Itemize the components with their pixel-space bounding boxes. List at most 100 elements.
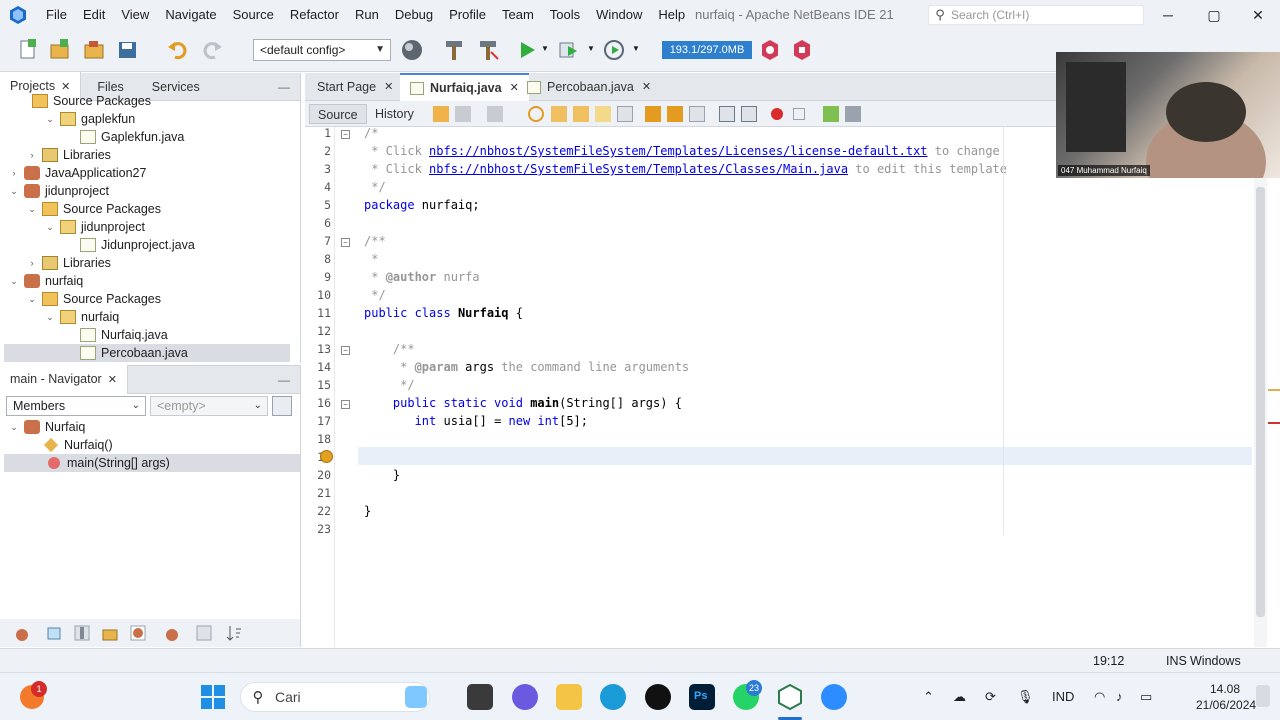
chevron-right-icon[interactable]: › — [26, 254, 38, 272]
shift-right-icon[interactable] — [741, 106, 757, 122]
photoshop-icon[interactable]: Ps — [689, 684, 715, 710]
navigator-item[interactable]: ⌄ Nurfaiq — [8, 418, 85, 436]
find-icon[interactable] — [528, 106, 544, 122]
error-stripe[interactable] — [1268, 127, 1280, 647]
tree-item[interactable]: ⌄ Source Packages — [26, 200, 161, 218]
profiler-snapshot-icon[interactable] — [790, 38, 814, 62]
code-line[interactable]: int usia[] = new int[5]; — [364, 412, 588, 430]
code-line[interactable]: */ — [364, 178, 385, 196]
redo-icon[interactable] — [200, 38, 224, 62]
last-edit-icon[interactable] — [433, 106, 449, 122]
onedrive-cloud-icon[interactable]: ☁ — [953, 673, 966, 720]
menu-window[interactable]: Window — [588, 0, 650, 30]
chevron-down-icon[interactable]: ⌄ — [8, 182, 20, 200]
close-icon[interactable]: ✕ — [642, 73, 651, 101]
menu-run[interactable]: Run — [347, 0, 387, 30]
close-icon[interactable]: ✕ — [108, 374, 117, 386]
filter-fields-icon[interactable] — [12, 623, 32, 643]
code-line[interactable]: * Click nbfs://nbhost/SystemFileSystem/T… — [364, 160, 1007, 178]
code-line[interactable]: /** — [364, 232, 386, 250]
uncomment-icon[interactable] — [845, 106, 861, 122]
filter-static-icon[interactable] — [44, 623, 64, 643]
warning-mark[interactable] — [1268, 389, 1280, 391]
close-window-button[interactable]: ✕ — [1235, 0, 1280, 30]
toggle-highlight-icon[interactable] — [595, 106, 611, 122]
microphone-icon[interactable]: 🎙 — [1017, 673, 1034, 720]
tiktok-icon[interactable] — [645, 684, 671, 710]
tree-item[interactable]: ⌄ nurfaiq — [8, 272, 83, 290]
chevron-down-icon[interactable]: ⌄ — [8, 272, 20, 290]
taskbar-search[interactable]: ⚲ Cari — [240, 682, 430, 712]
configuration-select[interactable]: <default config> ▼ — [253, 39, 391, 61]
error-mark[interactable] — [1268, 422, 1280, 424]
previous-bookmark-icon[interactable] — [645, 106, 661, 122]
new-file-icon[interactable] — [16, 38, 40, 62]
find-next-icon[interactable] — [573, 106, 589, 122]
code-line[interactable]: /* — [364, 127, 378, 142]
sort-icon[interactable] — [224, 623, 244, 643]
tree-item[interactable]: › Libraries — [26, 146, 111, 164]
globe-icon[interactable] — [400, 38, 424, 62]
chevron-down-icon[interactable]: ⌄ — [26, 290, 38, 308]
menu-edit[interactable]: Edit — [75, 0, 113, 30]
chevron-down-icon[interactable]: ⌄ — [26, 200, 38, 218]
run-dropdown-icon[interactable]: ▼ — [541, 44, 549, 53]
tree-item[interactable]: › Libraries — [26, 254, 111, 272]
save-all-icon[interactable] — [116, 38, 140, 62]
menu-view[interactable]: View — [113, 0, 157, 30]
caret-position[interactable]: 19:12 — [1093, 649, 1124, 673]
menu-profile[interactable]: Profile — [441, 0, 494, 30]
navigator-secondary-select[interactable]: <empty> ⌄ — [150, 396, 268, 416]
tree-item[interactable]: ⌄ nurfaiq — [44, 308, 119, 326]
sort-by-name-icon[interactable] — [162, 623, 182, 643]
tree-item[interactable]: ⌄ gaplekfun — [44, 110, 135, 128]
wifi-icon[interactable]: ◠ — [1094, 673, 1105, 720]
code-line[interactable]: } — [364, 466, 400, 484]
filter-class-icon[interactable] — [128, 623, 148, 643]
menu-tools[interactable]: Tools — [542, 0, 588, 30]
run-icon[interactable] — [515, 38, 539, 62]
chevron-right-icon[interactable]: › — [26, 146, 38, 164]
fold-toggle-icon[interactable]: − — [341, 238, 350, 247]
edge-browser-icon[interactable] — [600, 684, 626, 710]
start-macro-recording-icon[interactable] — [771, 108, 783, 120]
minimize-window-button[interactable]: ─ — [1145, 0, 1191, 30]
editor-scrollbar[interactable] — [1254, 127, 1267, 647]
memory-indicator[interactable]: 193.1/297.0MB — [662, 41, 752, 59]
fold-toggle-icon[interactable]: − — [341, 346, 350, 355]
clock[interactable]: 14.08 21/06/2024 — [1196, 681, 1256, 713]
input-language[interactable]: IND — [1052, 673, 1074, 720]
chevron-down-icon[interactable]: ⌄ — [44, 308, 56, 326]
undo-icon[interactable] — [166, 38, 190, 62]
task-view-icon[interactable] — [467, 684, 493, 710]
build-hammer-icon[interactable] — [442, 38, 466, 62]
code-line[interactable]: * @author nurfa — [364, 268, 479, 286]
back-icon[interactable] — [455, 106, 471, 122]
tab-nurfaiq-java[interactable]: Nurfaiq.java ✕ — [400, 73, 529, 101]
members-filter-select[interactable]: Members ⌄ — [6, 396, 146, 416]
windows-start-icon[interactable] — [200, 684, 226, 710]
minimize-panel-button[interactable]: — — [278, 366, 290, 394]
maximize-window-button[interactable]: ▢ — [1191, 0, 1237, 30]
battery-icon[interactable]: ▭ — [1140, 673, 1152, 720]
code-line[interactable]: public class Nurfaiq { — [364, 304, 523, 322]
navigator-options-icon[interactable] — [272, 396, 292, 416]
debug-icon[interactable] — [556, 38, 580, 62]
zoom-icon[interactable] — [821, 684, 847, 710]
menu-team[interactable]: Team — [494, 0, 542, 30]
code-line[interactable]: * @param args the command line arguments — [364, 358, 689, 376]
code-line[interactable]: } — [364, 502, 371, 520]
chevron-right-icon[interactable]: › — [8, 164, 20, 182]
stop-macro-recording-icon[interactable] — [793, 108, 805, 120]
tree-item-selected[interactable]: Percobaan.java — [4, 344, 290, 362]
profile-icon[interactable] — [602, 38, 626, 62]
profile-dropdown-icon[interactable]: ▼ — [632, 44, 640, 53]
new-project-icon[interactable] — [48, 38, 72, 62]
close-icon[interactable]: ✕ — [384, 73, 393, 101]
shift-left-icon[interactable] — [719, 106, 735, 122]
gc-icon[interactable] — [758, 38, 782, 62]
netbeans-taskbar-icon[interactable] — [777, 683, 803, 711]
code-line[interactable]: /** — [364, 340, 415, 358]
scrollbar-thumb[interactable] — [1256, 187, 1265, 617]
tree-item[interactable]: ⌄ jidunproject — [8, 182, 109, 200]
